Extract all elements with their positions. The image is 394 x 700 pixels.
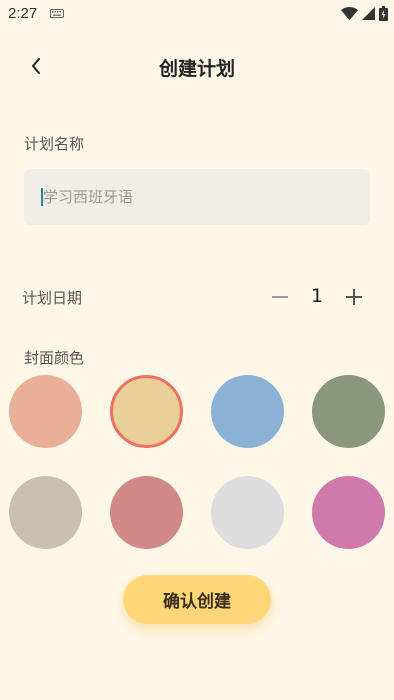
plan-name-label: 计划名称	[24, 135, 85, 153]
color-swatch[interactable]	[312, 375, 385, 448]
color-swatch[interactable]	[110, 375, 183, 448]
decrement-button[interactable]	[266, 281, 294, 313]
page-title: 创建计划	[158, 58, 235, 80]
confirm-create-button[interactable]: 确认创建	[123, 575, 271, 624]
plan-name-input[interactable]	[43, 169, 353, 225]
minus-icon	[272, 296, 288, 298]
color-swatch[interactable]	[211, 476, 284, 549]
cover-color-label: 封面颜色	[24, 349, 85, 367]
status-bar: 2:27	[0, 0, 394, 28]
plus-icon	[346, 289, 362, 305]
color-swatch[interactable]	[312, 476, 385, 549]
wifi-icon	[341, 7, 358, 20]
plan-name-field[interactable]	[24, 169, 370, 225]
color-swatch[interactable]	[110, 476, 183, 549]
days-stepper: 1	[266, 281, 368, 313]
color-swatch[interactable]	[9, 476, 82, 549]
days-value: 1	[310, 285, 324, 307]
increment-button[interactable]	[340, 281, 368, 313]
keyboard-icon	[50, 9, 64, 18]
battery-icon	[379, 6, 388, 21]
color-swatch[interactable]	[211, 375, 284, 448]
signal-icon	[362, 7, 375, 20]
plan-days-label: 计划日期	[22, 289, 83, 307]
color-swatch[interactable]	[9, 375, 82, 448]
status-time: 2:27	[8, 5, 38, 22]
